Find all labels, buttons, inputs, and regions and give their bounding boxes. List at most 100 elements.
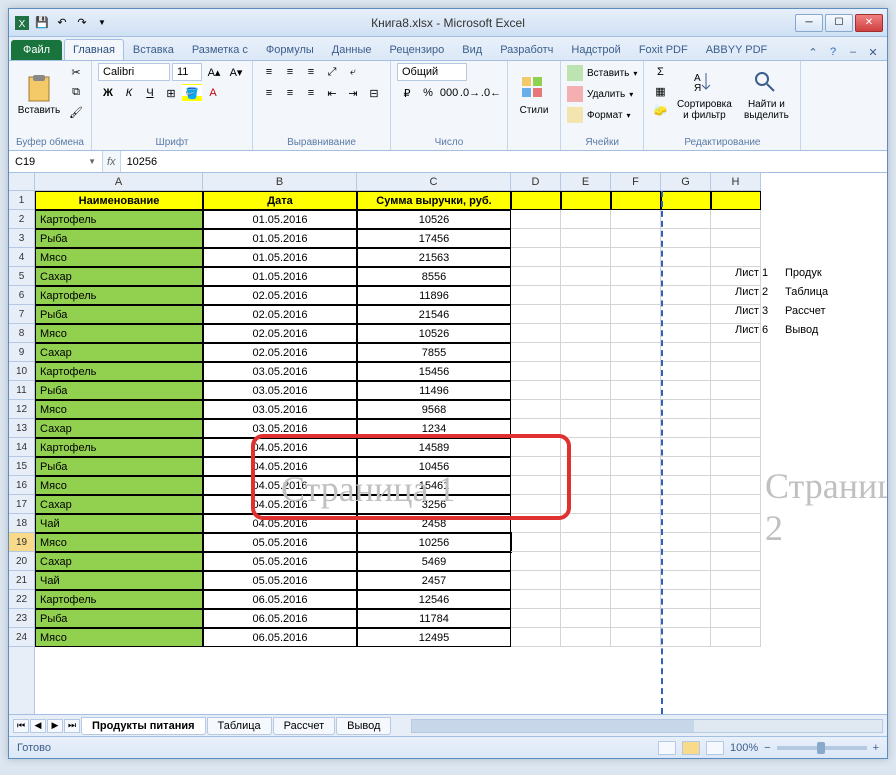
empty-cell[interactable]: [661, 267, 711, 286]
cell-sum[interactable]: 14589: [357, 438, 511, 457]
wrap-text-icon[interactable]: ⤶: [343, 63, 363, 81]
col-header-g[interactable]: G: [661, 173, 711, 190]
empty-cell[interactable]: [511, 362, 561, 381]
insert-cells-button[interactable]: Вставить▾: [567, 63, 637, 83]
empty-cell[interactable]: [611, 552, 661, 571]
empty-cell[interactable]: [511, 305, 561, 324]
empty-cell[interactable]: [611, 324, 661, 343]
empty-cell[interactable]: [611, 571, 661, 590]
empty-cell[interactable]: [611, 476, 661, 495]
empty-cell[interactable]: [711, 210, 761, 229]
empty-cell[interactable]: [561, 514, 611, 533]
align-right-icon[interactable]: ≡: [301, 84, 321, 102]
italic-button[interactable]: К: [119, 84, 139, 102]
cell-name[interactable]: Мясо: [35, 533, 203, 552]
empty-cell[interactable]: [711, 400, 761, 419]
tab-view[interactable]: Вид: [453, 39, 491, 60]
col-header-f[interactable]: F: [611, 173, 661, 190]
row-header[interactable]: 15: [9, 457, 34, 476]
empty-cell[interactable]: [661, 628, 711, 647]
empty-cell[interactable]: [561, 552, 611, 571]
row-header[interactable]: 6: [9, 286, 34, 305]
cell-name[interactable]: Рыба: [35, 305, 203, 324]
tab-data[interactable]: Данные: [323, 39, 381, 60]
col-header-e[interactable]: E: [561, 173, 611, 190]
empty-cell[interactable]: [661, 286, 711, 305]
underline-button[interactable]: Ч: [140, 84, 160, 102]
tab-insert[interactable]: Вставка: [124, 39, 183, 60]
empty-cell[interactable]: [511, 400, 561, 419]
page-break-view-button[interactable]: [682, 741, 700, 755]
currency-icon[interactable]: ₽: [397, 84, 417, 102]
empty-cell[interactable]: [511, 248, 561, 267]
cell-sum[interactable]: 11496: [357, 381, 511, 400]
redo-icon[interactable]: ↷: [73, 14, 91, 32]
empty-cell[interactable]: [661, 210, 711, 229]
row-header[interactable]: 9: [9, 343, 34, 362]
cell-date[interactable]: 01.05.2016: [203, 248, 357, 267]
empty-cell[interactable]: [661, 191, 711, 210]
empty-cell[interactable]: [661, 476, 711, 495]
delete-cells-button[interactable]: Удалить▾: [567, 84, 637, 104]
row-header[interactable]: 1: [9, 191, 34, 210]
close-button[interactable]: ✕: [855, 14, 883, 32]
empty-cell[interactable]: [561, 343, 611, 362]
cell-date[interactable]: 04.05.2016: [203, 457, 357, 476]
cell-name[interactable]: Мясо: [35, 400, 203, 419]
header-cell[interactable]: Дата: [203, 191, 357, 210]
header-cell[interactable]: Наименование: [35, 191, 203, 210]
empty-cell[interactable]: [711, 457, 761, 476]
cell-date[interactable]: 02.05.2016: [203, 286, 357, 305]
col-header-d[interactable]: D: [511, 173, 561, 190]
tab-home[interactable]: Главная: [64, 39, 124, 60]
empty-cell[interactable]: [561, 324, 611, 343]
row-header[interactable]: 19: [9, 533, 34, 552]
cell-date[interactable]: 04.05.2016: [203, 495, 357, 514]
minimize-ribbon-icon[interactable]: ⌃: [805, 44, 821, 60]
empty-cell[interactable]: [511, 590, 561, 609]
cell-name[interactable]: Картофель: [35, 286, 203, 305]
align-left-icon[interactable]: ≡: [259, 84, 279, 102]
empty-cell[interactable]: [661, 400, 711, 419]
sheet-tab-2[interactable]: Рассчет: [273, 717, 336, 735]
cell-date[interactable]: 05.05.2016: [203, 552, 357, 571]
comma-icon[interactable]: 000: [439, 84, 459, 102]
row-header[interactable]: 11: [9, 381, 34, 400]
empty-cell[interactable]: [511, 571, 561, 590]
zoom-slider[interactable]: [777, 746, 867, 750]
empty-cell[interactable]: [711, 571, 761, 590]
empty-cell[interactable]: [661, 590, 711, 609]
empty-cell[interactable]: [561, 438, 611, 457]
row-header[interactable]: 21: [9, 571, 34, 590]
empty-cell[interactable]: [711, 248, 761, 267]
cell-sum[interactable]: 21546: [357, 305, 511, 324]
empty-cell[interactable]: [711, 590, 761, 609]
empty-cell[interactable]: [711, 552, 761, 571]
empty-cell[interactable]: [511, 191, 561, 210]
cells-area[interactable]: НаименованиеДатаСумма выручки, руб. Карт…: [35, 191, 761, 714]
empty-cell[interactable]: [711, 438, 761, 457]
empty-cell[interactable]: [661, 571, 711, 590]
font-name-combo[interactable]: Calibri: [98, 63, 170, 81]
file-tab[interactable]: Файл: [11, 40, 62, 60]
cell-sum[interactable]: 10526: [357, 324, 511, 343]
empty-cell[interactable]: [661, 305, 711, 324]
percent-icon[interactable]: %: [418, 84, 438, 102]
cell-date[interactable]: 03.05.2016: [203, 381, 357, 400]
empty-cell[interactable]: [511, 552, 561, 571]
minimize-button[interactable]: ─: [795, 14, 823, 32]
empty-cell[interactable]: [561, 381, 611, 400]
empty-cell[interactable]: [611, 343, 661, 362]
empty-cell[interactable]: [711, 343, 761, 362]
cell-date[interactable]: 06.05.2016: [203, 609, 357, 628]
cell-name[interactable]: Рыба: [35, 457, 203, 476]
align-middle-icon[interactable]: ≡: [280, 63, 300, 81]
indent-inc-icon[interactable]: ⇥: [343, 84, 363, 102]
cell-name[interactable]: Чай: [35, 571, 203, 590]
empty-cell[interactable]: [561, 609, 611, 628]
cell-sum[interactable]: 15461: [357, 476, 511, 495]
empty-cell[interactable]: [511, 324, 561, 343]
cell-name[interactable]: Картофель: [35, 590, 203, 609]
next-sheet-button[interactable]: ▶: [47, 719, 63, 733]
empty-cell[interactable]: [511, 343, 561, 362]
